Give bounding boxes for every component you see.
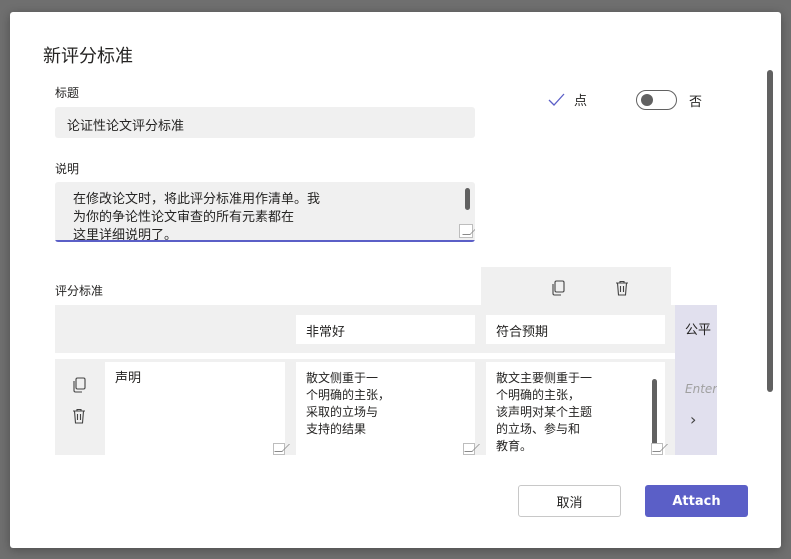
criterion-name-input[interactable]: 声明 xyxy=(105,362,285,455)
points-toggle[interactable] xyxy=(636,90,677,110)
cancel-button[interactable]: 取消 xyxy=(518,485,621,517)
cell-line: 采取的立场与 xyxy=(306,405,379,419)
level-input[interactable]: 公平 xyxy=(685,319,711,338)
cell-line: 的立场、参与和 xyxy=(496,422,581,436)
next-level-column: 公平 Enter › xyxy=(675,305,717,455)
points-toggle-group: 否 xyxy=(636,90,702,110)
new-rubric-dialog: 新评分标准 标题 论证性论文评分标准 点 否 说明 在修改论文时，将此评分标准用… xyxy=(10,12,781,548)
trash-icon[interactable] xyxy=(69,406,89,426)
title-label: 标题 xyxy=(55,86,80,100)
level-input[interactable]: 符合预期 xyxy=(486,315,665,344)
cell-line: 支持的结果 xyxy=(306,422,367,436)
cell-line: 个明确的主张， xyxy=(306,388,391,402)
check-icon xyxy=(548,93,565,106)
rubric-grid: 非常好 符合预期 声明 散文侧重于一 个明确的主张， 采取的立场与 支持的结果 … xyxy=(55,267,717,455)
cell-resize-handle[interactable] xyxy=(651,443,663,455)
cell-line: 该声明对某个主题 xyxy=(496,405,593,419)
title-input[interactable]: 论证性论文评分标准 xyxy=(55,107,475,138)
description-scrollbar[interactable] xyxy=(465,188,470,210)
dialog-scrollbar[interactable] xyxy=(767,70,773,392)
copy-icon[interactable] xyxy=(69,375,89,395)
dialog-title: 新评分标准 xyxy=(43,46,133,67)
description-line: 为你的争论性论文审查的所有元素都在 xyxy=(73,210,295,225)
criterion-cell[interactable]: 散文主要侧重于一 个明确的主张， 该声明对某个主题 的立场、参与和 教育。 xyxy=(486,362,665,455)
trash-icon[interactable] xyxy=(612,278,632,298)
description-textarea[interactable]: 在修改论文时，将此评分标准用作清单。我 为你的争论性论文审查的所有元素都在 这里… xyxy=(55,182,475,242)
cell-line: 散文侧重于一 xyxy=(306,371,379,385)
cell-scrollbar[interactable] xyxy=(652,379,657,449)
points-option[interactable]: 点 xyxy=(548,90,587,109)
description-resize-handle[interactable] xyxy=(459,224,473,238)
toggle-label: 否 xyxy=(689,94,703,110)
levels-header: 非常好 符合预期 xyxy=(55,305,717,353)
description-focus-underline xyxy=(55,240,475,242)
level-input[interactable]: 非常好 xyxy=(296,315,475,344)
criterion-resize-handle[interactable] xyxy=(273,443,285,455)
copy-icon[interactable] xyxy=(548,278,568,298)
attach-button[interactable]: Attach xyxy=(645,485,748,517)
cell-line: 散文主要侧重于一 xyxy=(496,371,593,385)
chevron-right-icon[interactable]: › xyxy=(690,410,696,429)
description-line: 在修改论文时，将此评分标准用作清单。我 xyxy=(73,192,321,207)
points-label: 点 xyxy=(574,94,588,109)
cell-resize-handle[interactable] xyxy=(463,443,475,455)
description-label: 说明 xyxy=(55,162,80,176)
cell-line: 个明确的主张， xyxy=(496,388,581,402)
level-tools xyxy=(481,267,671,309)
cell-line: 教育。 xyxy=(496,439,533,453)
cell-placeholder[interactable]: Enter xyxy=(685,382,717,396)
toggle-knob xyxy=(641,94,653,106)
criterion-cell[interactable]: 散文侧重于一 个明确的主张， 采取的立场与 支持的结果 xyxy=(296,362,475,455)
